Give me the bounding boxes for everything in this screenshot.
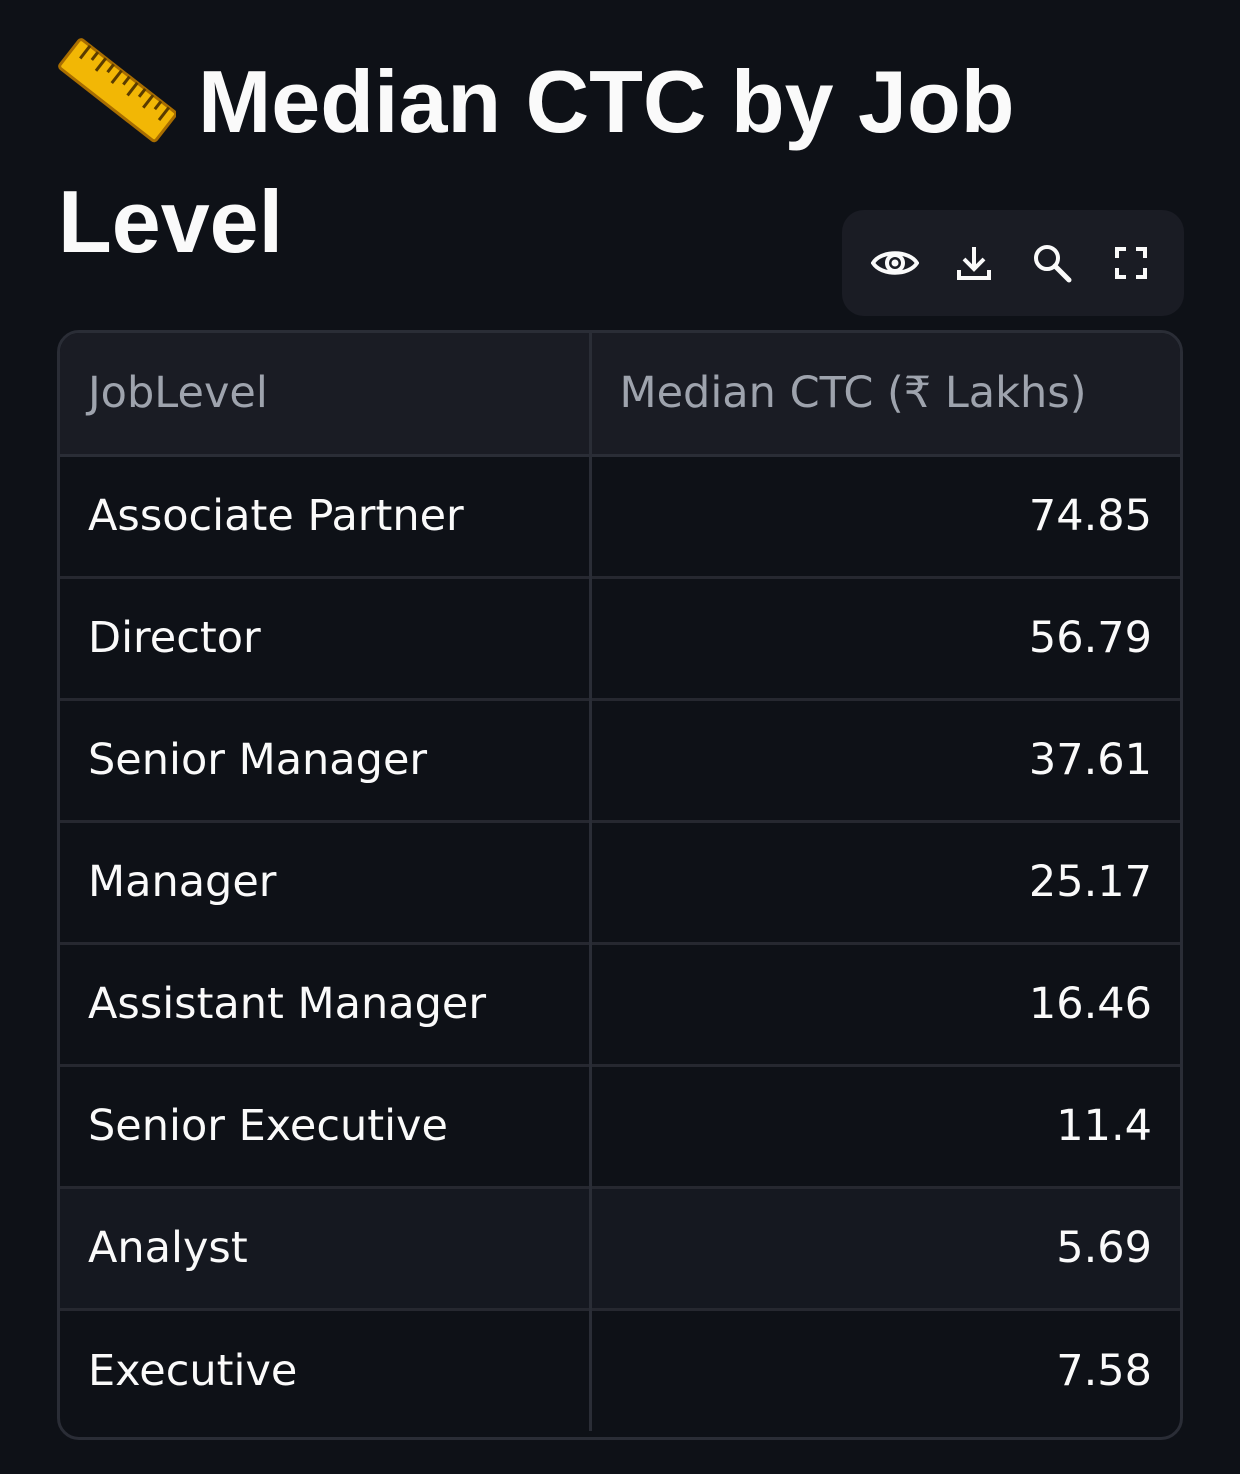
cell-median-ctc[interactable]: 37.61	[588, 697, 1180, 821]
fullscreen-icon[interactable]	[1106, 238, 1156, 288]
cell-median-ctc[interactable]: 25.17	[588, 819, 1180, 943]
column-header-median-ctc[interactable]: Median CTC (₹ Lakhs)	[588, 333, 1180, 457]
eye-icon[interactable]	[870, 238, 920, 288]
column-header-joblevel[interactable]: JobLevel	[60, 333, 590, 457]
cell-median-ctc[interactable]: 74.85	[588, 455, 1180, 577]
table-row: Manager 25.17	[60, 819, 1180, 943]
table-row: Senior Manager 37.61	[60, 697, 1180, 821]
table-row: Associate Partner 74.85	[60, 455, 1180, 577]
cell-median-ctc[interactable]: 5.69	[588, 1185, 1180, 1309]
cell-job-level[interactable]: Director	[60, 575, 590, 699]
cell-job-level[interactable]: Assistant Manager	[60, 941, 590, 1065]
cell-median-ctc[interactable]: 11.4	[588, 1063, 1180, 1187]
download-icon[interactable]	[949, 238, 999, 288]
table-row: Senior Executive 11.4	[60, 1063, 1180, 1187]
cell-median-ctc[interactable]: 7.58	[588, 1307, 1180, 1431]
table-row: Assistant Manager 16.46	[60, 941, 1180, 1065]
table-toolbar	[842, 210, 1184, 316]
data-table[interactable]: JobLevel Median CTC (₹ Lakhs) Associate …	[57, 330, 1183, 1440]
cell-job-level[interactable]: Senior Manager	[60, 697, 590, 821]
table-row: Executive 7.58	[60, 1307, 1180, 1431]
cell-median-ctc[interactable]: 56.79	[588, 575, 1180, 699]
search-icon[interactable]	[1027, 238, 1077, 288]
table-row: Director 56.79	[60, 575, 1180, 699]
cell-job-level[interactable]: Manager	[60, 819, 590, 943]
cell-job-level[interactable]: Senior Executive	[60, 1063, 590, 1187]
cell-job-level[interactable]: Associate Partner	[60, 455, 590, 577]
cell-job-level[interactable]: Executive	[60, 1307, 590, 1431]
cell-median-ctc[interactable]: 16.46	[588, 941, 1180, 1065]
table-row: Analyst 5.69	[60, 1185, 1180, 1309]
cell-job-level[interactable]: Analyst	[60, 1185, 590, 1309]
table-header-row: JobLevel Median CTC (₹ Lakhs)	[60, 333, 1180, 457]
ruler-icon	[58, 36, 178, 146]
